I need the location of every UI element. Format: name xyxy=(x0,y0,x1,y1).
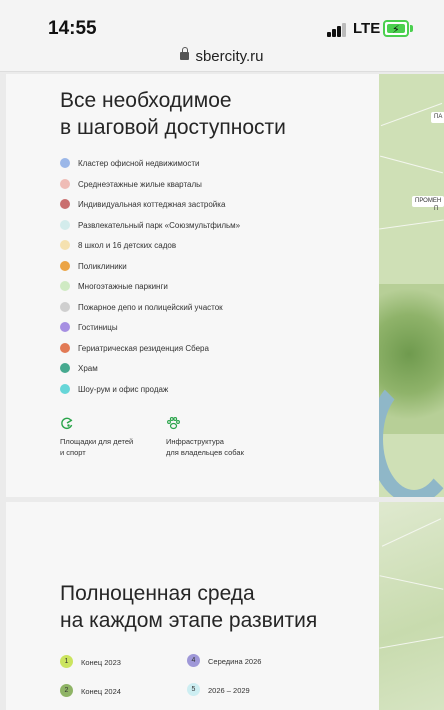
title-line-1: Полноценная среда xyxy=(60,582,255,605)
section-title: Все необходимое в шаговой доступности xyxy=(60,87,286,141)
lock-icon xyxy=(180,47,190,60)
title-line-1: Все необходимое xyxy=(60,89,232,112)
legend-item: Развлекательный парк «Союзмультфильм» xyxy=(60,219,360,241)
stage-number: 4 xyxy=(187,654,200,667)
legend-dot xyxy=(60,301,70,312)
legend-dot xyxy=(60,178,70,189)
legend-item: Многоэтажные паркинги xyxy=(60,281,360,302)
title-line-2: в шаговой доступности xyxy=(60,116,286,139)
legend-item: Среднеэтажные жилые кварталы xyxy=(60,178,360,200)
legend-item: Пожарное депо и полицейский участок xyxy=(60,301,360,323)
legend-dot xyxy=(60,219,70,230)
paw-icon xyxy=(167,417,180,430)
legend-item: Храм xyxy=(60,363,360,384)
legend-item: Гостиницы xyxy=(60,322,360,343)
legend-item: Шоу-рум и офис продаж xyxy=(60,383,360,405)
amenity-playground: Площадки для детей и спорт xyxy=(60,416,133,458)
legend-dot xyxy=(60,342,70,353)
map-legend: Кластер офисной недвижимости Среднеэтажн… xyxy=(60,158,360,404)
playground-icon xyxy=(61,417,73,429)
legend-item: Индивидуальная коттеджная застройка xyxy=(60,199,360,220)
legend-item: Поликлиники xyxy=(60,260,360,282)
legend-dot xyxy=(60,240,70,250)
title-line-2: на каждом этапе развития xyxy=(60,609,318,632)
legend-dot xyxy=(60,260,70,271)
stages-map[interactable] xyxy=(379,502,444,710)
legend-dot xyxy=(60,199,70,209)
legend-dot xyxy=(60,322,70,332)
stage-number: 5 xyxy=(187,683,200,696)
stages-section: Полноценная среда на каждом этапе развит… xyxy=(6,502,444,710)
stage-number: 1 xyxy=(60,655,73,668)
district-map[interactable]: ПА ПРОМЕН П xyxy=(379,74,444,497)
map-label: ПА xyxy=(431,112,444,124)
network-type: LTE xyxy=(353,20,381,37)
legend-item: Гериатрическая резиденция Сбера xyxy=(60,342,360,364)
map-label: ПРОМЕН xyxy=(412,196,444,208)
legend-dot xyxy=(60,383,70,394)
amenity-dogs: Инфраструктура для владельцев собак xyxy=(166,416,244,458)
section-title: Полноценная среда на каждом этапе развит… xyxy=(60,580,317,634)
legend-item: Кластер офисной недвижимости xyxy=(60,158,360,179)
status-bar: 14:55 LTE ⚡ xyxy=(0,0,444,44)
legend-dot xyxy=(60,281,70,291)
legend-item: 8 школ и 16 детских садов xyxy=(60,240,360,261)
stage-number: 2 xyxy=(60,684,73,697)
signal-icon xyxy=(327,23,347,37)
url-text: sbercity.ru xyxy=(195,48,264,65)
infrastructure-section: Все необходимое в шаговой доступности Кл… xyxy=(6,74,444,497)
legend-dot xyxy=(60,363,70,373)
address-bar[interactable]: sbercity.ru xyxy=(0,44,444,72)
legend-dot xyxy=(60,158,70,168)
battery-icon: ⚡ xyxy=(383,20,413,37)
clock: 14:55 xyxy=(48,18,97,39)
map-label: П xyxy=(434,206,439,212)
